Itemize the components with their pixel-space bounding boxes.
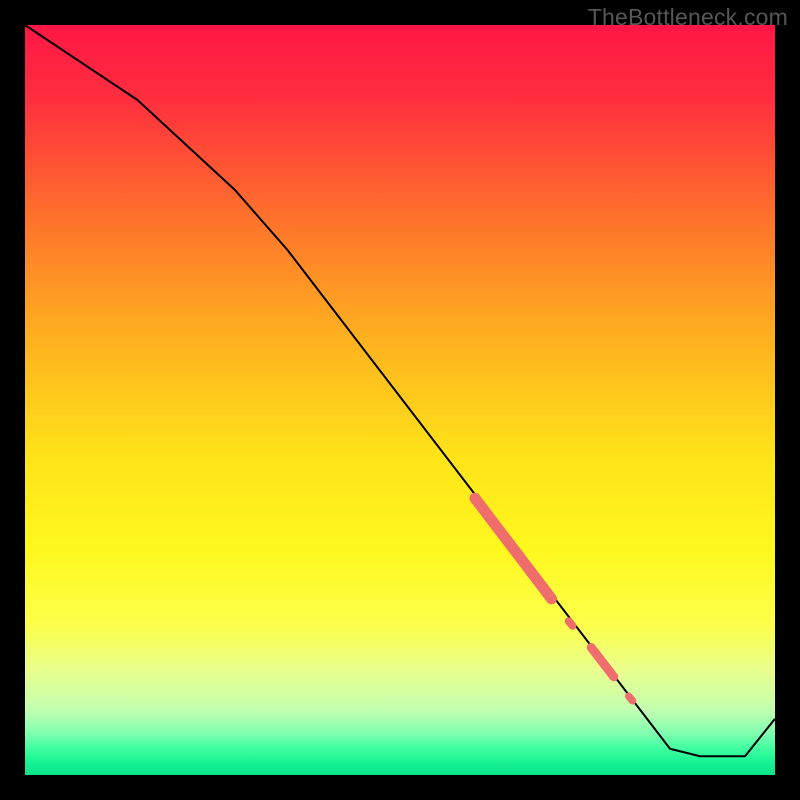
highlight-segment <box>569 621 573 626</box>
chart-container: TheBottleneck.com <box>0 0 800 800</box>
highlight-segment <box>629 696 633 701</box>
chart-svg <box>25 25 775 775</box>
plot-area <box>25 25 775 775</box>
gradient-background <box>25 25 775 775</box>
watermark-text: TheBottleneck.com <box>588 4 788 31</box>
